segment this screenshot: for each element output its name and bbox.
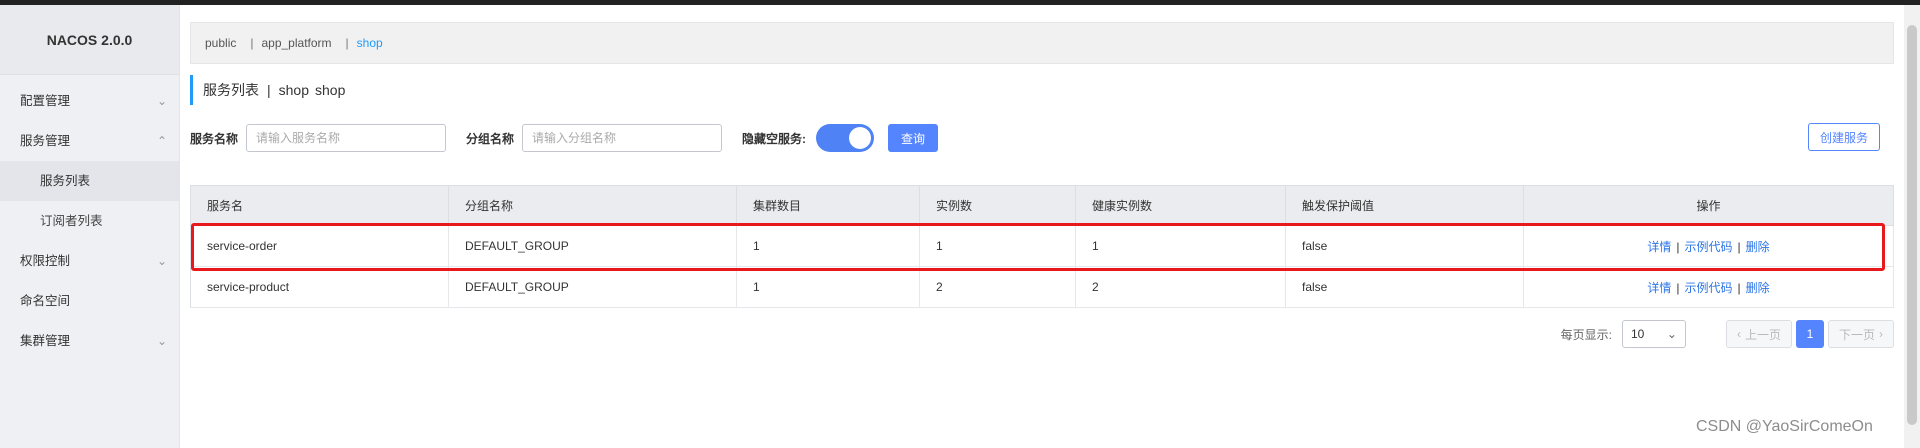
scrollbar-thumb[interactable]: [1907, 25, 1917, 425]
sidebar-item-subscribers[interactable]: 订阅者列表: [0, 201, 179, 241]
chevron-down-icon: ⌄: [156, 334, 167, 348]
sidebar-item-label: 命名空间: [20, 294, 71, 308]
col-actions: 操作: [1523, 185, 1894, 226]
delete-link[interactable]: 删除: [1746, 281, 1770, 295]
chevron-down-icon: ⌄: [156, 254, 167, 268]
sample-code-link[interactable]: 示例代码: [1684, 281, 1732, 295]
query-button[interactable]: 查询: [888, 124, 939, 152]
namespace-name: shop: [278, 82, 309, 98]
col-group-name: 分组名称: [448, 185, 737, 226]
pagination: 每页显示: 10 ⌄ ‹ 上一页 1 下一页 ›: [1561, 320, 1894, 348]
col-instance-count: 实例数: [919, 185, 1076, 226]
hide-empty-label: 隐藏空服务:: [742, 131, 807, 146]
namespace-app-platform[interactable]: app_platform: [250, 36, 331, 50]
cell-instance-count: 1: [919, 225, 1076, 267]
watermark: CSDN @YaoSirComeOn: [1696, 418, 1873, 435]
cell-healthy-count: 1: [1075, 225, 1286, 267]
col-threshold: 触发保护阈值: [1285, 185, 1524, 226]
sidebar: NACOS 2.0.0 配置管理 ⌄ 服务管理 ⌃ 服务列表 订阅者列表 权限控…: [0, 5, 180, 448]
sidebar-item-label: 订阅者列表: [40, 214, 103, 228]
sidebar-item-namespace[interactable]: 命名空间: [0, 281, 179, 321]
per-page-value: 10: [1630, 327, 1645, 341]
next-page-label: 下一页: [1838, 327, 1875, 342]
page-number-current[interactable]: 1: [1795, 320, 1824, 348]
chevron-down-icon: ⌄: [1666, 327, 1677, 341]
namespace-shop[interactable]: shop: [346, 36, 383, 50]
sidebar-item-label: 服务列表: [40, 174, 91, 188]
namespace-id: shop: [315, 82, 346, 98]
cell-service-name: service-order: [190, 225, 449, 267]
chevron-down-icon: ⌄: [156, 94, 167, 108]
action-separator: |: [1737, 239, 1741, 254]
namespace-public[interactable]: public: [205, 36, 236, 50]
prev-page-label: 上一页: [1744, 327, 1781, 342]
cell-threshold: false: [1285, 225, 1524, 267]
sidebar-item-auth[interactable]: 权限控制 ⌄: [0, 241, 179, 281]
group-name-input[interactable]: [522, 124, 723, 152]
cell-cluster-count: 1: [736, 225, 920, 267]
per-page-label: 每页显示:: [1560, 327, 1612, 342]
brand-logo: NACOS 2.0.0: [0, 5, 179, 75]
detail-link[interactable]: 详情: [1647, 240, 1671, 254]
sidebar-item-config[interactable]: 配置管理 ⌄: [0, 81, 179, 121]
cell-service-name: service-product: [190, 266, 449, 308]
sidebar-item-cluster[interactable]: 集群管理 ⌄: [0, 321, 179, 361]
cell-healthy-count: 2: [1075, 266, 1286, 308]
detail-link[interactable]: 详情: [1647, 281, 1671, 295]
sidebar-item-service[interactable]: 服务管理 ⌃: [0, 121, 179, 161]
col-healthy-count: 健康实例数: [1075, 185, 1286, 226]
cell-threshold: false: [1285, 266, 1524, 308]
page-title: 服务列表 | shop shop: [190, 75, 345, 105]
sidebar-item-label: 配置管理: [20, 94, 71, 108]
delete-link[interactable]: 删除: [1746, 240, 1770, 254]
toggle-knob: [849, 127, 872, 149]
cell-cluster-count: 1: [736, 266, 920, 308]
table-row: service-product DEFAULT_GROUP 1 2 2 fals…: [190, 266, 1894, 308]
cell-group-name: DEFAULT_GROUP: [448, 266, 737, 308]
service-name-input[interactable]: [246, 124, 447, 152]
namespace-bar: public app_platform shop: [190, 22, 1894, 64]
hide-empty-toggle[interactable]: [816, 124, 875, 152]
chevron-up-icon: ⌃: [156, 134, 167, 148]
filter-bar: 服务名称 分组名称 隐藏空服务: 查询 创建服务: [190, 123, 1894, 153]
page-scrollbar[interactable]: [1904, 5, 1920, 448]
action-separator: |: [1676, 280, 1680, 295]
chevron-left-icon: ‹: [1736, 327, 1741, 341]
prev-page-button[interactable]: ‹ 上一页: [1725, 320, 1792, 348]
sidebar-item-label: 集群管理: [20, 334, 71, 348]
chevron-right-icon: ›: [1879, 327, 1883, 341]
create-service-button[interactable]: 创建服务: [1807, 123, 1880, 151]
service-table: 服务名 分组名称 集群数目 实例数 健康实例数 触发保护阈值 操作 servic…: [190, 185, 1894, 308]
col-cluster-count: 集群数目: [736, 185, 920, 226]
sidebar-item-service-list[interactable]: 服务列表: [0, 161, 179, 201]
cell-instance-count: 2: [919, 266, 1076, 308]
sidebar-item-label: 权限控制: [20, 254, 71, 268]
cell-actions: 详情 | 示例代码 | 删除: [1523, 225, 1894, 267]
table-row: service-order DEFAULT_GROUP 1 1 1 false …: [190, 225, 1894, 267]
next-page-button[interactable]: 下一页 ›: [1827, 320, 1894, 348]
page-title-text: 服务列表: [203, 82, 259, 98]
sidebar-item-label: 服务管理: [20, 134, 71, 148]
title-separator: |: [267, 82, 271, 98]
action-separator: |: [1676, 239, 1680, 254]
col-service-name: 服务名: [190, 185, 449, 226]
cell-actions: 详情 | 示例代码 | 删除: [1523, 266, 1894, 308]
action-separator: |: [1737, 280, 1741, 295]
service-name-label: 服务名称: [190, 131, 239, 146]
cell-group-name: DEFAULT_GROUP: [448, 225, 737, 267]
table-header-row: 服务名 分组名称 集群数目 实例数 健康实例数 触发保护阈值 操作: [190, 185, 1894, 226]
main-content: public app_platform shop 服务列表 | shop sho…: [190, 5, 1894, 448]
per-page-select[interactable]: 10 ⌄: [1621, 320, 1686, 348]
sample-code-link[interactable]: 示例代码: [1684, 240, 1732, 254]
group-name-label: 分组名称: [466, 131, 515, 146]
